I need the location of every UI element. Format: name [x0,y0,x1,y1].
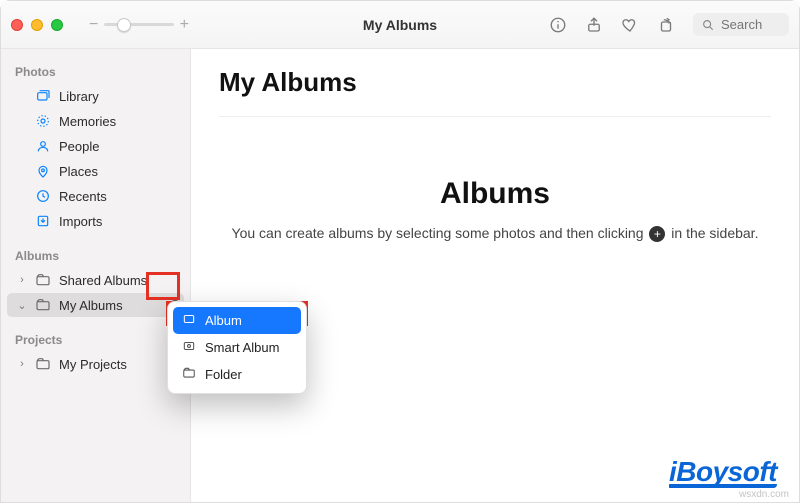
empty-state: Albums You can create albums by selectin… [219,177,771,242]
projects-folder-icon [35,356,51,372]
window-body: Photos Library Memories People Places [1,49,799,502]
memories-icon [35,113,51,129]
import-icon [35,213,51,229]
album-folder-icon [35,297,51,313]
sidebar-item-label: Places [59,164,98,179]
zoom-out-icon: − [89,17,98,33]
slider-knob[interactable] [117,18,131,32]
sidebar-item-label: Memories [59,114,116,129]
sidebar-item-people[interactable]: People [7,134,184,158]
search-input[interactable] [721,17,781,32]
sidebar-item-label: Library [59,89,99,104]
sidebar-item-memories[interactable]: Memories [7,109,184,133]
minimize-window-button[interactable] [31,19,43,31]
sidebar-item-my-projects[interactable]: › My Projects [7,352,184,376]
context-menu-label: Folder [205,367,242,382]
close-window-button[interactable] [11,19,23,31]
favorite-icon[interactable] [621,16,639,34]
sidebar: Photos Library Memories People Places [1,49,191,502]
share-icon[interactable] [585,16,603,34]
sidebar-item-library[interactable]: Library [7,84,184,108]
fullscreen-window-button[interactable] [51,19,63,31]
app-window: − + My Albums Photos [0,0,800,503]
context-menu: Album Smart Album Folder [167,301,307,394]
sidebar-item-places[interactable]: Places [7,159,184,183]
info-icon[interactable] [549,16,567,34]
sidebar-item-imports[interactable]: Imports [7,209,184,233]
people-icon [35,138,51,154]
sidebar-item-shared-albums[interactable]: › Shared Albums [7,268,184,292]
page-title: My Albums [219,67,771,98]
search-field[interactable] [693,13,789,36]
sidebar-section-projects: Projects [5,327,186,351]
titlebar: − + My Albums [1,1,799,49]
source-site-label: wsxdn.com [739,489,789,500]
divider [219,116,771,117]
toolbar-right [549,13,789,36]
main-content: My Albums Albums You can create albums b… [191,49,799,502]
search-icon [701,18,715,32]
empty-state-text: You can create albums by selecting some … [219,225,771,242]
sidebar-item-label: Recents [59,189,107,204]
chevron-right-icon[interactable]: › [17,274,27,286]
sidebar-item-label: Shared Albums [59,273,147,288]
clock-icon [35,188,51,204]
plus-icon: + [649,226,665,242]
sidebar-item-label: My Projects [59,357,127,372]
folder-icon [181,366,197,383]
sidebar-item-label: People [59,139,99,154]
zoom-in-icon: + [180,17,189,33]
smart-album-icon [181,339,197,356]
rotate-icon[interactable] [657,16,675,34]
window-title: My Albums [363,17,437,33]
context-menu-label: Smart Album [205,340,279,355]
empty-state-title: Albums [219,177,771,211]
photo-stack-icon [35,88,51,104]
context-menu-label: Album [205,313,242,328]
sidebar-item-label: My Albums [59,298,123,313]
context-menu-item-album[interactable]: Album [173,307,301,334]
watermark-logo: iBoysoft [669,456,777,488]
sidebar-item-recents[interactable]: Recents [7,184,184,208]
window-controls [11,19,63,31]
sidebar-section-albums: Albums [5,243,186,267]
chevron-right-icon[interactable]: › [17,358,27,370]
sidebar-section-photos: Photos [5,59,186,83]
sidebar-item-label: Imports [59,214,102,229]
chevron-down-icon[interactable]: ⌄ [17,299,27,312]
album-icon [181,312,197,329]
context-menu-item-folder[interactable]: Folder [173,361,301,388]
places-icon [35,163,51,179]
thumbnail-zoom-slider[interactable]: − + [89,17,189,33]
slider-track[interactable] [104,23,173,26]
shared-folder-icon [35,272,51,288]
context-menu-item-smart-album[interactable]: Smart Album [173,334,301,361]
sidebar-item-my-albums[interactable]: ⌄ My Albums [7,293,184,317]
